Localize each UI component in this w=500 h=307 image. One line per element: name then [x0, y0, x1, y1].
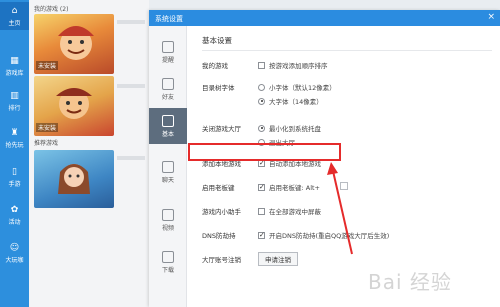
watermark: Bai 经验	[368, 270, 452, 294]
annotation-arrow	[327, 162, 353, 255]
